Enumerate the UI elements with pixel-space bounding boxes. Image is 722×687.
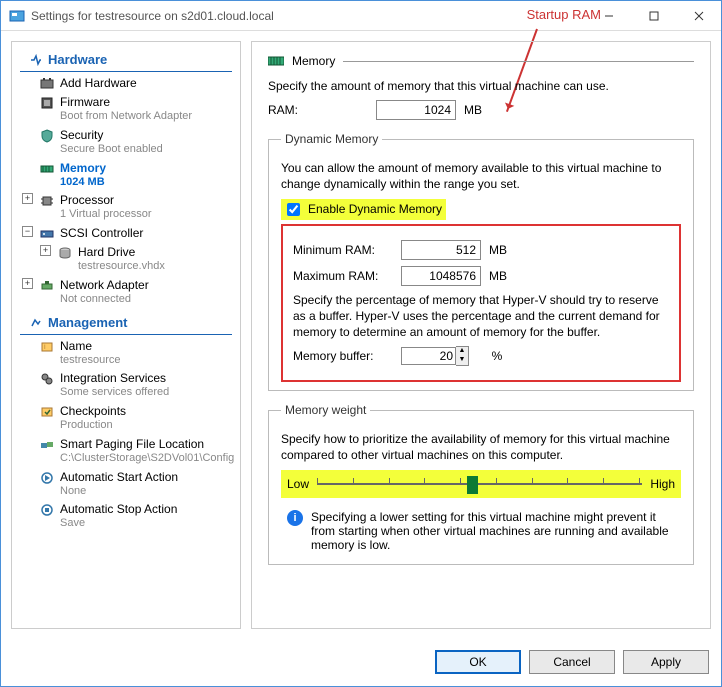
memory-pane-icon	[268, 55, 284, 67]
nav-add-hardware[interactable]: Add Hardware	[12, 74, 240, 93]
name-icon: I	[40, 340, 54, 354]
divider	[343, 61, 694, 62]
nav-auto-start[interactable]: Automatic Start ActionNone	[12, 468, 240, 501]
ok-button[interactable]: OK	[435, 650, 521, 674]
close-button[interactable]	[676, 1, 721, 31]
hardware-section-icon	[30, 54, 42, 66]
buffer-spin-down[interactable]: ▼	[456, 356, 468, 365]
processor-icon	[40, 194, 54, 208]
management-section-icon	[30, 316, 42, 328]
shield-icon	[40, 129, 54, 143]
window-title: Settings for testresource on s2d01.cloud…	[31, 9, 586, 23]
smart-paging-icon	[40, 438, 54, 452]
pane-title: Memory	[292, 54, 335, 68]
enable-dynamic-memory-checkbox[interactable]	[287, 203, 300, 216]
firmware-icon	[40, 96, 54, 110]
dynamic-memory-group: Dynamic Memory You can allow the amount …	[268, 132, 694, 391]
add-hardware-icon	[40, 77, 54, 91]
nav-processor[interactable]: + Processor1 Virtual processor	[12, 191, 240, 224]
buffer-intro: Specify the percentage of memory that Hy…	[293, 292, 669, 341]
weight-slider-row: Low High	[281, 470, 681, 498]
min-ram-unit: MB	[489, 243, 507, 257]
integration-icon	[40, 372, 54, 386]
expand-net[interactable]: +	[22, 278, 33, 289]
dialog-button-row: OK Cancel Apply	[435, 650, 709, 674]
min-ram-label: Minimum RAM:	[293, 243, 393, 257]
minimize-button[interactable]	[586, 1, 631, 31]
expand-hard-drive[interactable]: +	[40, 245, 51, 256]
memory-weight-group: Memory weight Specify how to prioritize …	[268, 403, 694, 564]
network-icon	[40, 279, 54, 293]
expand-scsi[interactable]: −	[22, 226, 33, 237]
nav-scsi-controller[interactable]: − SCSI Controller	[12, 224, 240, 243]
weight-slider-thumb[interactable]	[467, 476, 478, 494]
buffer-input[interactable]	[401, 347, 456, 365]
nav-checkpoints[interactable]: CheckpointsProduction	[12, 402, 240, 435]
buffer-unit: %	[492, 349, 503, 363]
nav-firmware[interactable]: FirmwareBoot from Network Adapter	[12, 93, 240, 126]
max-ram-label: Maximum RAM:	[293, 269, 393, 283]
max-ram-unit: MB	[489, 269, 507, 283]
nav-integration-services[interactable]: Integration ServicesSome services offere…	[12, 369, 240, 402]
weight-slider[interactable]	[317, 474, 642, 494]
dynamic-memory-legend: Dynamic Memory	[281, 132, 382, 146]
maximize-icon	[649, 11, 659, 21]
weight-high-label: High	[650, 477, 675, 491]
dynamic-memory-intro: You can allow the amount of memory avail…	[281, 160, 681, 192]
memory-icon	[40, 162, 54, 176]
enable-dynamic-memory-row: Enable Dynamic Memory	[281, 199, 446, 220]
ram-input[interactable]	[376, 100, 456, 120]
buffer-label: Memory buffer:	[293, 349, 393, 363]
nav-label: Add Hardware	[60, 76, 137, 91]
nav-security[interactable]: SecuritySecure Boot enabled	[12, 126, 240, 159]
scsi-icon	[40, 227, 54, 241]
memory-weight-legend: Memory weight	[281, 403, 370, 417]
nav-hard-drive[interactable]: + Hard Drivetestresource.vhdx	[12, 243, 240, 276]
info-icon: i	[287, 510, 303, 526]
enable-dynamic-memory-label: Enable Dynamic Memory	[308, 202, 442, 216]
cancel-button[interactable]: Cancel	[529, 650, 615, 674]
nav-name[interactable]: I Nametestresource	[12, 337, 240, 370]
apply-button[interactable]: Apply	[623, 650, 709, 674]
weight-info-text: Specifying a lower setting for this virt…	[311, 510, 675, 552]
nav-memory[interactable]: Memory1024 MB	[12, 159, 240, 192]
hard-drive-icon	[58, 246, 72, 260]
minimize-icon	[604, 11, 614, 21]
checkpoints-icon	[40, 405, 54, 419]
section-management: Management	[20, 311, 232, 335]
weight-low-label: Low	[287, 477, 309, 491]
buffer-spin-up[interactable]: ▲	[456, 347, 468, 356]
auto-stop-icon	[40, 503, 54, 517]
close-icon	[694, 11, 704, 21]
auto-start-icon	[40, 471, 54, 485]
weight-intro: Specify how to prioritize the availabili…	[281, 431, 681, 463]
memory-intro: Specify the amount of memory that this v…	[268, 78, 694, 94]
ram-unit: MB	[464, 103, 482, 117]
maximize-button[interactable]	[631, 1, 676, 31]
settings-nav[interactable]: Hardware Add Hardware FirmwareBoot from …	[11, 41, 241, 629]
settings-pane: Memory Specify the amount of memory that…	[251, 41, 711, 629]
section-hardware: Hardware	[20, 48, 232, 72]
app-icon	[9, 8, 25, 24]
max-ram-input[interactable]	[401, 266, 481, 286]
min-ram-input[interactable]	[401, 240, 481, 260]
titlebar: Settings for testresource on s2d01.cloud…	[1, 1, 721, 31]
nav-network-adapter[interactable]: + Network AdapterNot connected	[12, 276, 240, 309]
nav-auto-stop[interactable]: Automatic Stop ActionSave	[12, 500, 240, 533]
dynamic-memory-highlight-box: Minimum RAM: MB Maximum RAM: MB Specify …	[281, 224, 681, 383]
ram-label: RAM:	[268, 103, 368, 117]
nav-smart-paging[interactable]: Smart Paging File LocationC:\ClusterStor…	[12, 435, 240, 468]
expand-processor[interactable]: +	[22, 193, 33, 204]
